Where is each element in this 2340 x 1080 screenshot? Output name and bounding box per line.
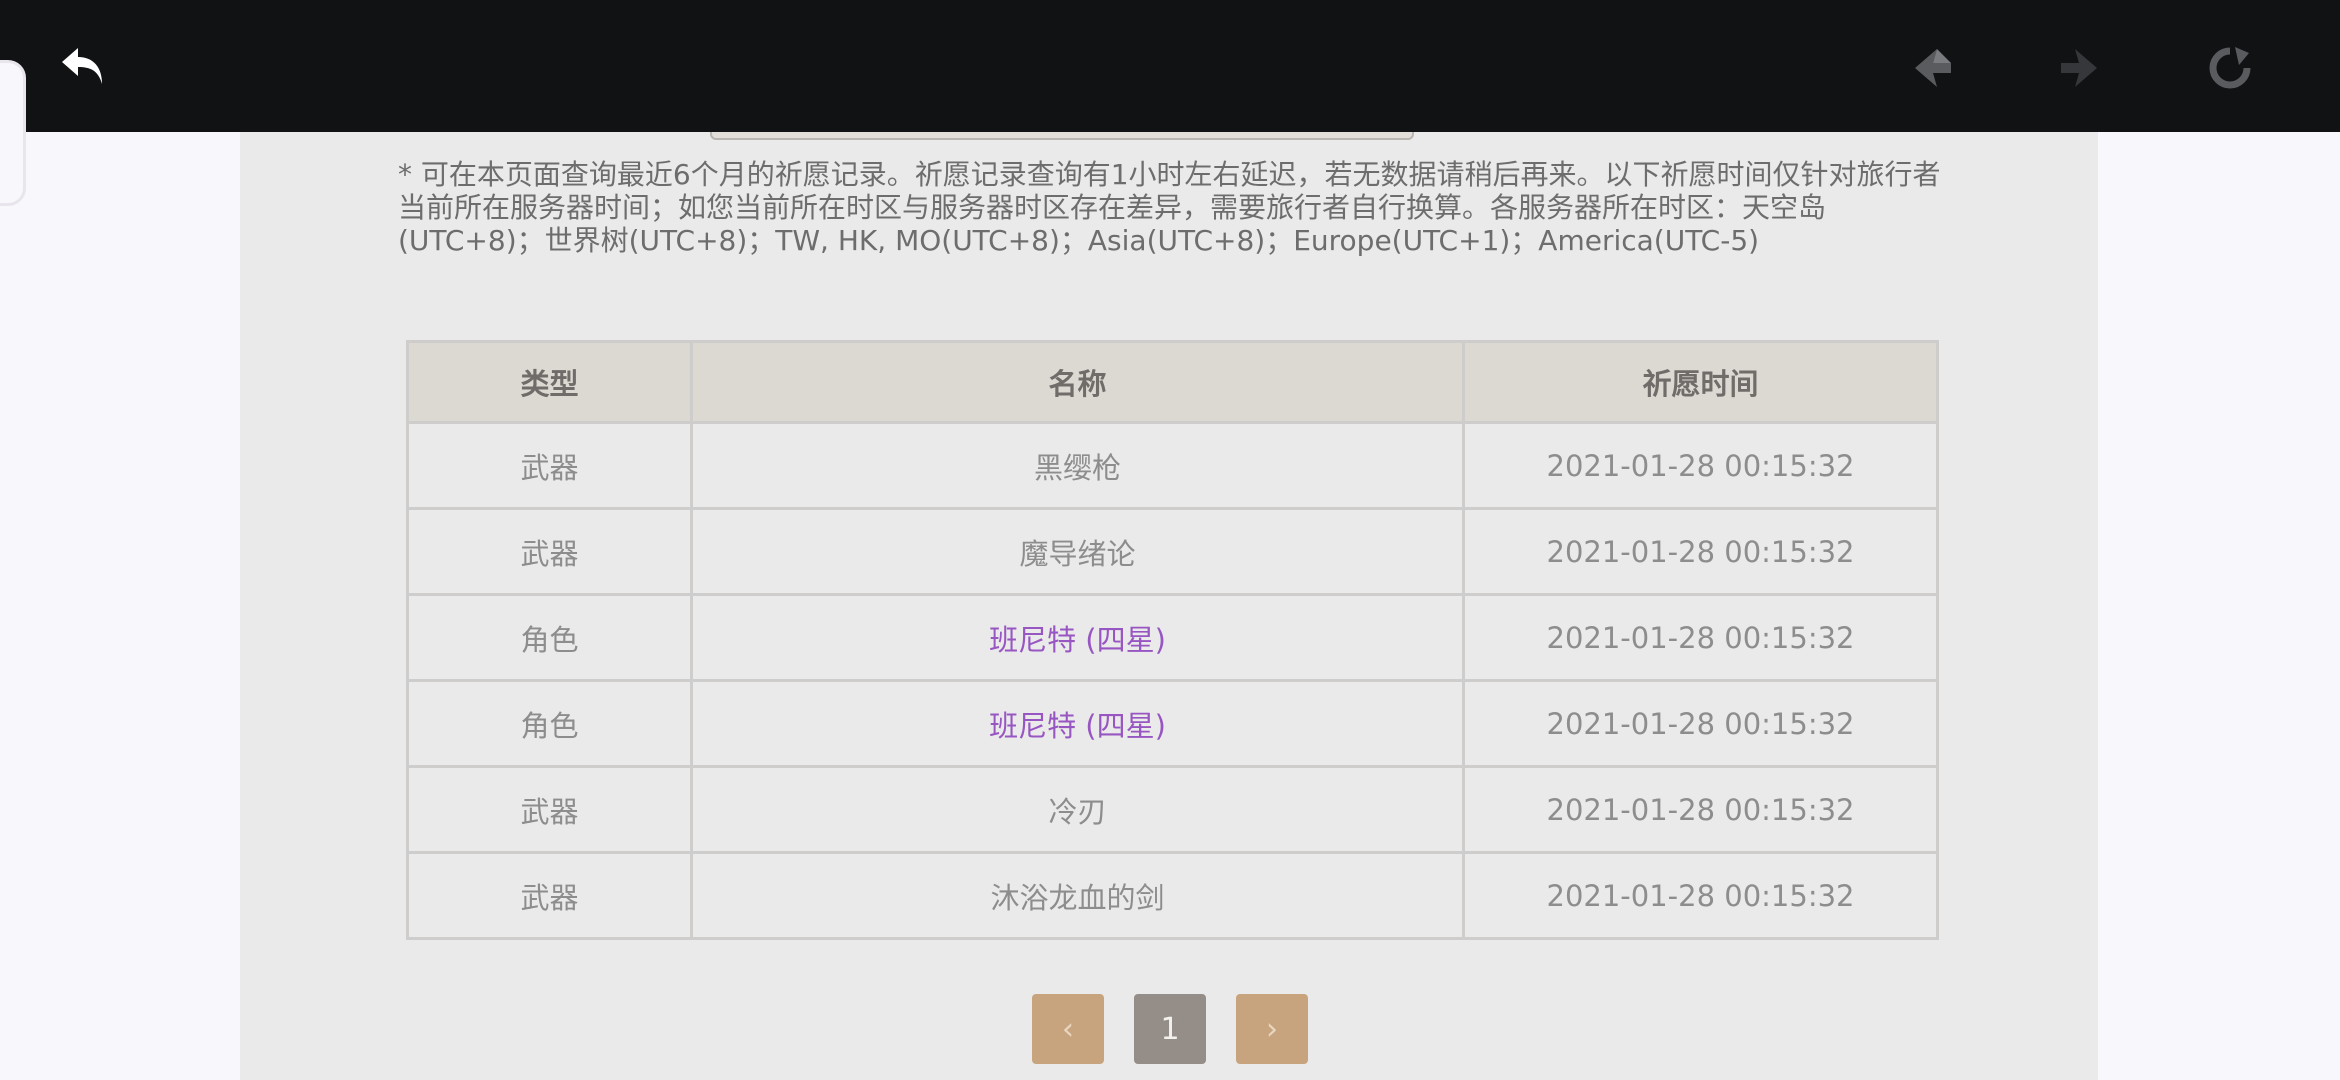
cell-name: 黑缨枪	[690, 421, 1465, 510]
cell-time: 2021-01-28 00:15:32	[1462, 679, 1939, 768]
cell-name-four-star: 班尼特 (四星)	[690, 593, 1465, 682]
cell-time: 2021-01-28 00:15:32	[1462, 421, 1939, 510]
table-header-row: 类型 名称 祈愿时间	[406, 340, 1939, 424]
cell-type: 武器	[406, 421, 693, 510]
header-type: 类型	[406, 340, 693, 424]
cell-time: 2021-01-28 00:15:32	[1462, 593, 1939, 682]
cell-name: 沐浴龙血的剑	[690, 851, 1465, 940]
table-row: 武器 黑缨枪 2021-01-28 00:15:32	[406, 421, 1939, 510]
wish-notice-text: * 可在本页面查询最近6个月的祈愿记录。祈愿记录查询有1小时左右延迟，若无数据请…	[398, 158, 1941, 257]
table-row: 武器 沐浴龙血的剑 2021-01-28 00:15:32	[406, 851, 1939, 940]
prev-page-button[interactable]: ‹	[1032, 994, 1104, 1064]
table-row: 武器 魔导绪论 2021-01-28 00:15:32	[406, 507, 1939, 596]
nav-forward-icon[interactable]	[2048, 36, 2112, 100]
header-time: 祈愿时间	[1462, 340, 1939, 424]
table-row: 角色 班尼特 (四星) 2021-01-28 00:15:32	[406, 593, 1939, 682]
next-page-button[interactable]: ›	[1236, 994, 1308, 1064]
table-row: 武器 冷刃 2021-01-28 00:15:32	[406, 765, 1939, 854]
header-name: 名称	[690, 340, 1465, 424]
cell-type: 角色	[406, 593, 693, 682]
cell-time: 2021-01-28 00:15:32	[1462, 507, 1939, 596]
undo-arrow-icon[interactable]	[52, 36, 116, 100]
cell-time: 2021-01-28 00:15:32	[1462, 851, 1939, 940]
side-edge-tab[interactable]	[0, 60, 26, 206]
cell-type: 武器	[406, 851, 693, 940]
reload-icon[interactable]	[2198, 36, 2262, 100]
cell-name: 魔导绪论	[690, 507, 1465, 596]
cell-type: 角色	[406, 679, 693, 768]
filter-select-edge[interactable]	[710, 132, 1414, 140]
cell-name-four-star: 班尼特 (四星)	[690, 679, 1465, 768]
cell-type: 武器	[406, 507, 693, 596]
table-row: 角色 班尼特 (四星) 2021-01-28 00:15:32	[406, 679, 1939, 768]
cell-name: 冷刃	[690, 765, 1465, 854]
browser-toolbar	[0, 0, 2340, 132]
cell-time: 2021-01-28 00:15:32	[1462, 765, 1939, 854]
wish-records-table: 类型 名称 祈愿时间 武器 黑缨枪 2021-01-28 00:15:32 武器…	[406, 340, 1939, 940]
nav-back-icon[interactable]	[1900, 36, 1964, 100]
wish-history-panel: * 可在本页面查询最近6个月的祈愿记录。祈愿记录查询有1小时左右延迟，若无数据请…	[240, 132, 2098, 1080]
cell-type: 武器	[406, 765, 693, 854]
current-page-button[interactable]: 1	[1134, 994, 1206, 1064]
